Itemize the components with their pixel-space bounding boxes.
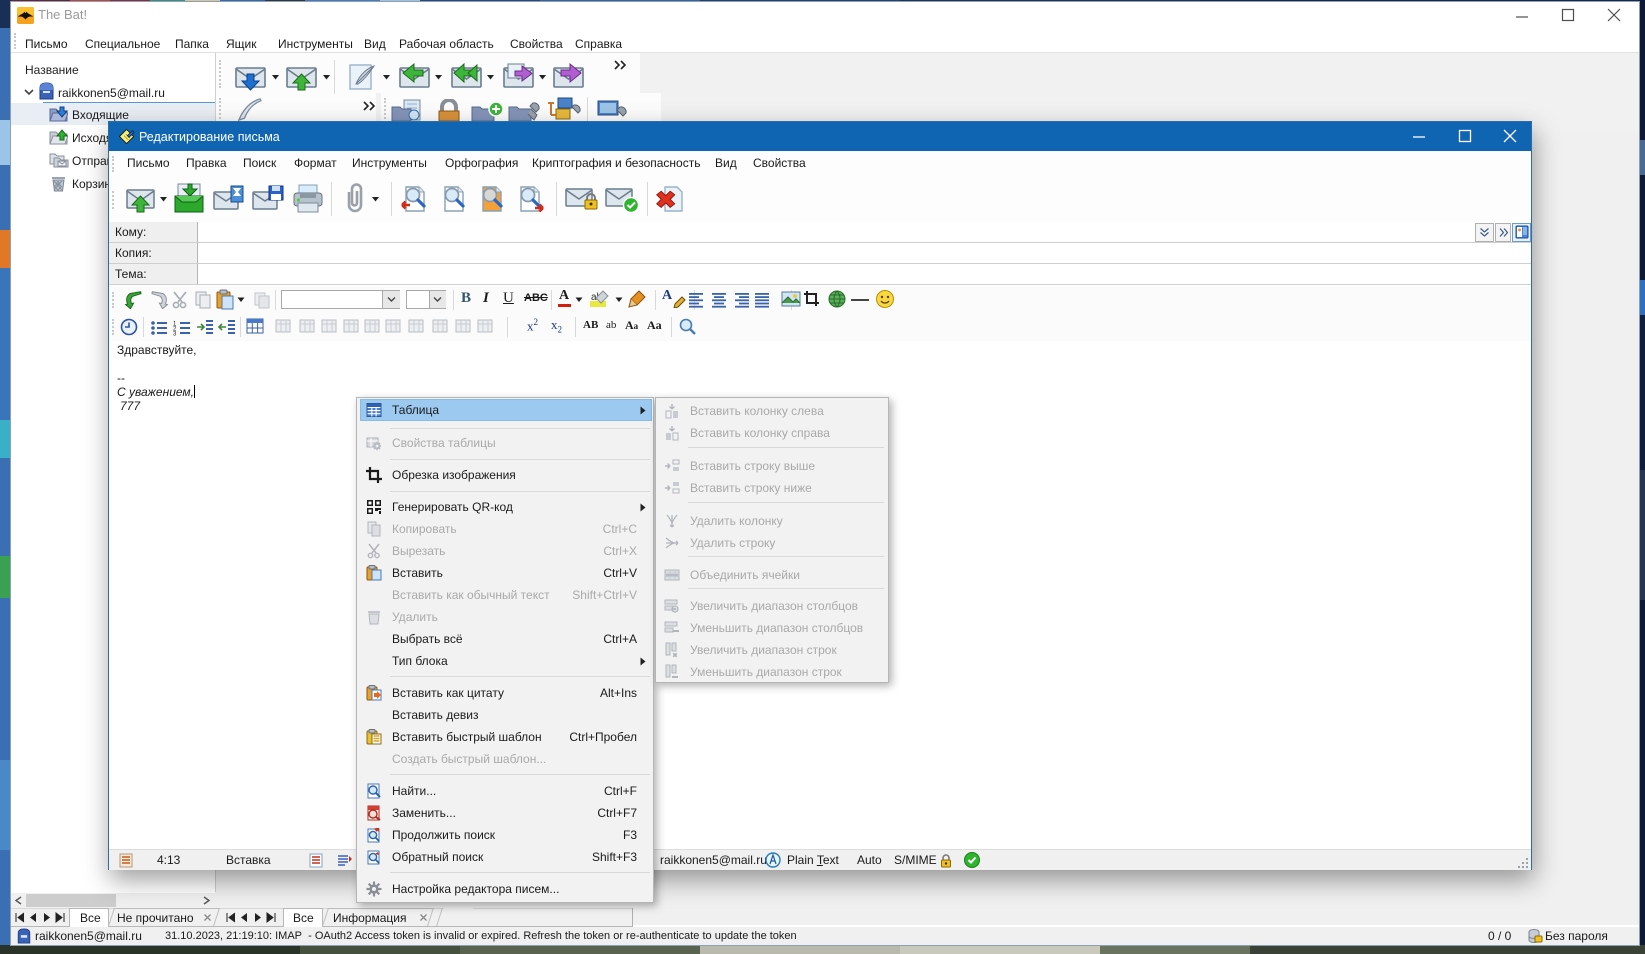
svg-text:3: 3 [173, 332, 177, 337]
